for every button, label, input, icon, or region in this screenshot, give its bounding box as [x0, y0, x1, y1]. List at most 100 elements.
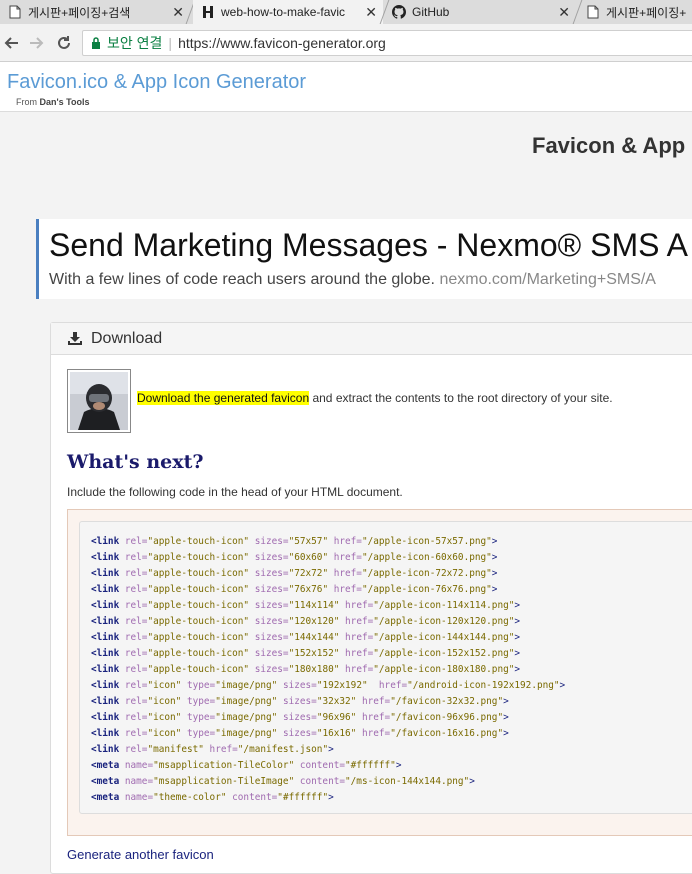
code-token: sizes= — [254, 584, 289, 595]
code-line: <link rel="apple-touch-icon" sizes="144x… — [91, 630, 565, 646]
code-block-container: <link rel="apple-touch-icon" sizes="57x5… — [67, 509, 692, 836]
security-label: 보안 연결 — [107, 35, 163, 51]
code-token: > — [503, 712, 509, 723]
code-token: <meta — [91, 776, 125, 787]
browser-tab-bar: 게시판+페이징+검색 ✕ web-how-to-make-favic ✕ Git… — [0, 0, 692, 24]
code-token: "57x57" — [288, 536, 334, 547]
tab-close-icon[interactable]: ✕ — [365, 4, 377, 21]
download-panel: Download Download the generated favicon … — [50, 322, 692, 874]
lock-icon — [91, 37, 101, 49]
code-token: "theme-color" — [153, 792, 233, 803]
code-token: "apple-touch-icon" — [147, 552, 255, 563]
code-token: "/ms-icon-144x144.png" — [345, 776, 470, 787]
tab-close-icon[interactable]: ✕ — [172, 4, 184, 21]
browser-tab-3[interactable]: GitHub ✕ — [386, 0, 576, 24]
code-token: > — [514, 616, 521, 627]
code-token: name= — [124, 792, 154, 803]
code-token: name= — [124, 776, 154, 787]
code-token: sizes= — [254, 648, 289, 659]
code-token: "image/png" — [215, 728, 283, 739]
download-instruction: Download the generated favicon and extra… — [137, 391, 613, 405]
tab-close-icon[interactable]: ✕ — [558, 4, 570, 21]
tab-title: 게시판+페이징+ — [606, 5, 687, 20]
code-token: href= — [333, 584, 362, 595]
code-token: rel= — [124, 632, 148, 643]
code-token: "icon" — [147, 728, 187, 739]
code-token: "apple-touch-icon" — [147, 536, 255, 547]
code-token: href= — [345, 632, 374, 643]
ad-description: With a few lines of code reach users aro… — [49, 271, 656, 289]
code-token: <link — [91, 536, 125, 547]
reload-icon[interactable] — [53, 32, 75, 54]
code-token: rel= — [124, 712, 148, 723]
code-token: > — [514, 664, 521, 675]
code-token: "/favicon-16x16.png" — [390, 728, 504, 739]
code-token: name= — [124, 760, 154, 771]
code-line: <link rel="manifest" href="/manifest.jso… — [91, 742, 565, 758]
code-token: rel= — [124, 728, 148, 739]
code-token: href= — [333, 536, 362, 547]
download-icon — [67, 331, 83, 346]
code-token: "msapplication-TileColor" — [153, 760, 300, 771]
code-token: rel= — [124, 744, 148, 755]
code-token: "/apple-icon-60x60.png" — [361, 552, 492, 563]
code-token: href= — [378, 680, 408, 691]
browser-tab-1[interactable]: 게시판+페이징+검색 ✕ — [0, 0, 190, 24]
code-line: <meta name="msapplication-TileImage" con… — [91, 774, 565, 790]
favicon-preview-image — [67, 369, 131, 433]
code-token: > — [514, 632, 521, 643]
code-token: rel= — [124, 664, 148, 675]
code-token: > — [491, 536, 498, 547]
code-token: href= — [345, 616, 374, 627]
page-icon — [8, 5, 22, 19]
code-token: "/apple-icon-120x120.png" — [373, 616, 515, 627]
code-token: "icon" — [147, 696, 187, 707]
code-token: content= — [299, 776, 346, 787]
code-token: content= — [299, 760, 346, 771]
code-token: "/apple-icon-152x152.png" — [373, 648, 515, 659]
code-token: rel= — [124, 648, 148, 659]
page-icon — [586, 5, 600, 19]
code-token: > — [503, 728, 509, 739]
generate-another-link[interactable]: Generate another favicon — [67, 847, 214, 862]
code-token: sizes= — [282, 696, 317, 707]
browser-tab-4[interactable]: 게시판+페이징+ — [580, 0, 692, 24]
code-snippet[interactable]: <link rel="apple-touch-icon" sizes="57x5… — [91, 534, 565, 806]
code-token: "apple-touch-icon" — [147, 632, 255, 643]
ad-title[interactable]: Send Marketing Messages - Nexmo® SMS A — [49, 227, 688, 264]
site-subtitle-brand[interactable]: Dan's Tools — [40, 97, 90, 107]
back-arrow-icon[interactable] — [0, 32, 22, 54]
forward-arrow-icon[interactable] — [26, 32, 48, 54]
site-title-link[interactable]: Favicon.ico & App Icon Generator — [7, 71, 306, 94]
address-bar[interactable]: 보안 연결 | https://www.favicon-generator.or… — [82, 30, 692, 56]
code-token: "image/png" — [215, 696, 283, 707]
code-block[interactable]: <link rel="apple-touch-icon" sizes="57x5… — [79, 521, 692, 814]
code-token: href= — [345, 600, 374, 611]
code-token: > — [469, 776, 475, 787]
web-page: Favicon.ico & App Icon Generator From Da… — [0, 62, 692, 874]
code-token: href= — [361, 728, 391, 739]
browser-tab-2[interactable]: web-how-to-make-favic ✕ — [193, 0, 383, 24]
url-text[interactable]: https://www.favicon-generator.org — [178, 35, 386, 51]
ad-url[interactable]: nexmo.com/Marketing+SMS/A — [439, 271, 656, 288]
code-token: rel= — [124, 696, 148, 707]
code-token: <link — [91, 744, 125, 755]
code-token: href= — [333, 552, 362, 563]
code-token: > — [559, 680, 566, 691]
code-token: <link — [91, 712, 125, 723]
browser-toolbar: 보안 연결 | https://www.favicon-generator.or… — [0, 24, 692, 62]
code-line: <link rel="apple-touch-icon" sizes="152x… — [91, 646, 565, 662]
code-token: "152x152" — [288, 648, 346, 659]
code-token: "#ffffff" — [345, 760, 396, 771]
code-token: > — [514, 648, 521, 659]
code-token: "114x114" — [288, 600, 346, 611]
code-token: rel= — [124, 568, 148, 579]
code-token: > — [491, 568, 498, 579]
code-token: "/apple-icon-180x180.png" — [373, 664, 515, 675]
download-favicon-link[interactable]: Download the generated favicon — [137, 391, 310, 405]
code-token: "16x16" — [316, 728, 362, 739]
code-token: "76x76" — [288, 584, 334, 595]
ad-banner[interactable]: Send Marketing Messages - Nexmo® SMS A W… — [36, 219, 692, 299]
code-token: content= — [232, 792, 278, 803]
code-token: "manifest" — [147, 744, 210, 755]
